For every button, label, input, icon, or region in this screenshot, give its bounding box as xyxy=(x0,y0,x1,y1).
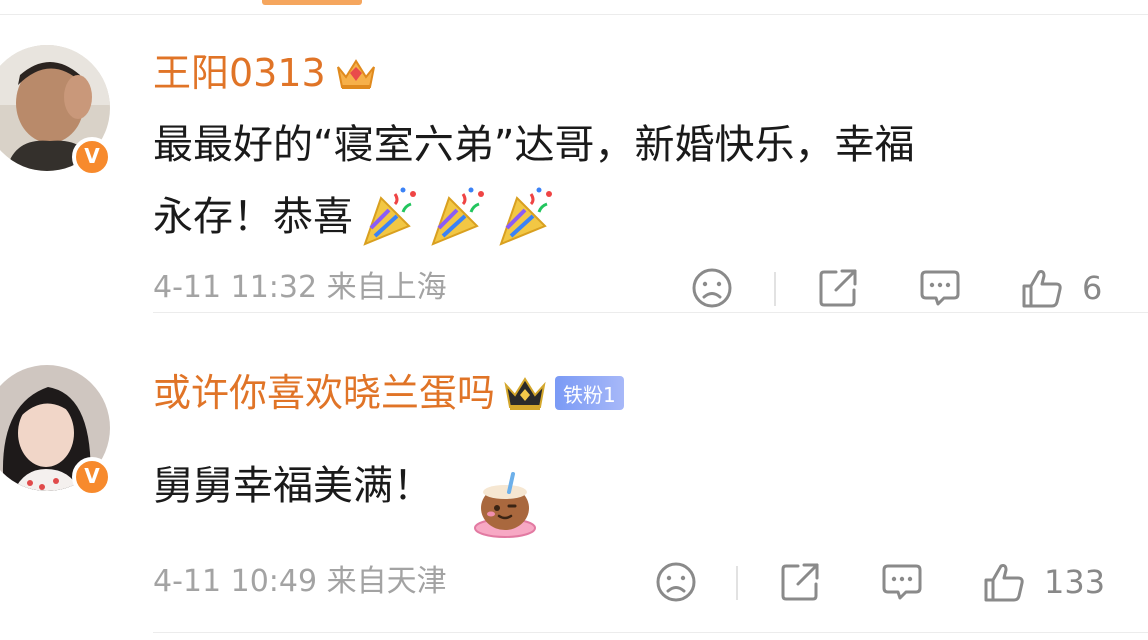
comment-bubble-icon xyxy=(918,266,962,310)
comment-text: 舅舅幸福美满！ xyxy=(153,463,433,509)
top-divider xyxy=(0,14,1148,15)
comment-item: V 或许你喜欢晓兰蛋吗 铁粉1 舅舅幸福美满！ 4-11 10:49 来自天津 … xyxy=(0,360,1148,630)
black-crown-icon[interactable] xyxy=(503,371,547,415)
bottom-divider xyxy=(153,632,1148,633)
sad-face-icon xyxy=(690,266,734,310)
share-icon xyxy=(778,560,822,604)
comment-actions: 133 xyxy=(656,556,1120,608)
like-count: 6 xyxy=(1082,269,1103,307)
dislike-button[interactable] xyxy=(690,262,734,314)
comment-meta: 4-11 11:32 来自上海 xyxy=(153,270,447,305)
like-button[interactable]: 6 xyxy=(1020,262,1102,314)
thumbs-up-icon xyxy=(982,560,1026,604)
avatar[interactable]: V xyxy=(0,45,112,177)
party-popper-icon xyxy=(359,186,421,248)
comment-meta: 4-11 10:49 来自天津 xyxy=(153,564,447,599)
comment-actions: 6 xyxy=(690,262,1120,314)
comment-text-line: 永存！恭喜 xyxy=(153,182,557,252)
comment-text-line: 舅舅幸福美满！ xyxy=(153,430,541,542)
like-button[interactable]: 133 xyxy=(982,556,1105,608)
comment-text: 永存！恭喜 xyxy=(153,194,353,240)
top-tab-indicator xyxy=(262,0,362,5)
fan-badge[interactable]: 铁粉1 xyxy=(555,376,624,410)
share-button[interactable] xyxy=(778,556,822,608)
like-count: 133 xyxy=(1044,563,1106,601)
verified-badge: V xyxy=(72,457,112,497)
share-icon xyxy=(816,266,860,310)
share-button[interactable] xyxy=(816,262,860,314)
party-popper-icon xyxy=(495,186,557,248)
comment-divider xyxy=(153,312,1148,313)
reply-button[interactable] xyxy=(918,262,962,314)
sad-face-icon xyxy=(654,560,698,604)
thumbs-up-icon xyxy=(1020,266,1064,310)
username[interactable]: 或许你喜欢晓兰蛋吗 xyxy=(153,370,495,416)
action-separator xyxy=(774,272,776,306)
username-row: 王阳0313 xyxy=(153,50,378,96)
comment-text-line: 最最好的“寝室六弟”达哥，新婚快乐，幸福 xyxy=(153,122,915,168)
avatar[interactable]: V xyxy=(0,365,112,497)
coconut-sticker-icon xyxy=(469,470,541,542)
verified-badge: V xyxy=(72,137,112,177)
username-row: 或许你喜欢晓兰蛋吗 铁粉1 xyxy=(153,370,624,416)
comment-bubble-icon xyxy=(880,560,924,604)
crown-gem-icon[interactable] xyxy=(334,51,378,95)
party-popper-icon xyxy=(427,186,489,248)
dislike-button[interactable] xyxy=(654,556,698,608)
reply-button[interactable] xyxy=(880,556,924,608)
comment-item: V 王阳0313 最最好的“寝室六弟”达哥，新婚快乐，幸福 永存！恭喜 4-11… xyxy=(0,40,1148,330)
action-separator xyxy=(736,566,738,600)
username[interactable]: 王阳0313 xyxy=(153,50,326,96)
